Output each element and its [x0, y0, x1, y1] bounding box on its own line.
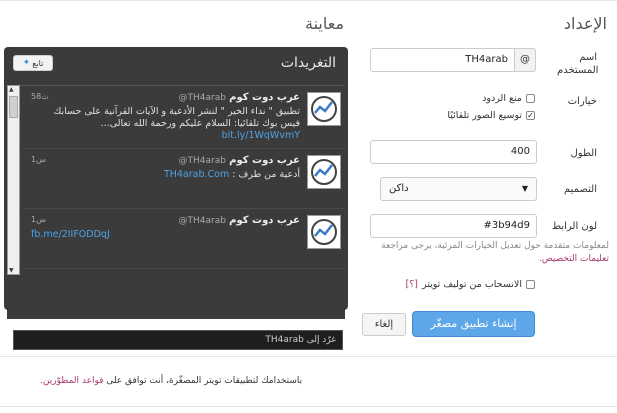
tweet-item[interactable]: @TH4arab عرب دوت كوم 1س أدعية من طرف : T… [23, 149, 345, 209]
tweet-text: تطبيق " نداء الخير " لنشر الأدعية و الآي… [32, 106, 300, 142]
tweet-time[interactable]: 58ث [31, 92, 49, 101]
follow-button-label: تابع [32, 58, 44, 68]
tweet-handle: @TH4arab [178, 93, 226, 103]
create-widget-button[interactable]: إنشاء تطبيق مصغّر [412, 311, 535, 337]
no-replies-label: منع الردود [482, 93, 522, 104]
tweet-name: عرب دوت كوم [229, 92, 300, 103]
top-divider [0, 0, 617, 1]
tweet-timeline[interactable]: @TH4arab عرب دوت كوم 58ث تطبيق " نداء ال… [7, 85, 345, 319]
avatar-logo-icon [311, 96, 337, 122]
tweet-handle: @TH4arab [178, 156, 226, 166]
timeline-scrollbar[interactable]: ▲ ▼ [7, 85, 20, 275]
cancel-button[interactable]: إلغاء [362, 313, 406, 336]
twitter-bird-icon: ✦ [22, 58, 31, 68]
username-input[interactable]: TH4arab [370, 48, 515, 72]
follow-button[interactable]: ✦ تابع [13, 55, 53, 71]
tweet-link[interactable]: fb.me/2IIFODDqJ [31, 229, 110, 240]
opt-out-help-link[interactable]: [؟] [406, 279, 418, 290]
tweet-link[interactable]: TH4arab.Com [164, 169, 229, 180]
opt-out-label: الانسحاب من توليف تويتر [422, 279, 522, 290]
avatar-logo-icon [311, 159, 337, 185]
at-prefix: @ [514, 48, 536, 72]
avatar-logo-icon [311, 219, 337, 245]
tweet-item[interactable]: @TH4arab عرب دوت كوم 58ث تطبيق " نداء ال… [23, 86, 345, 149]
no-replies-option[interactable]: منع الردود [482, 93, 535, 104]
customization-docs-link[interactable]: تعليمات التخصيص. [539, 254, 609, 264]
tweet-name: عرب دوت كوم [229, 215, 300, 226]
tweet-name: عرب دوت كوم [229, 155, 300, 166]
widget-title: التغريدات [280, 55, 336, 71]
username-label: اسم المستخدم [557, 52, 599, 76]
developer-rules-link[interactable]: قواعد المطوّرين. [40, 376, 103, 386]
scroll-down-icon[interactable]: ▼ [9, 267, 14, 274]
height-label: الطول [570, 148, 597, 159]
tweet-text: أدعية من طرف : TH4arab.Com [32, 169, 300, 181]
tweet-compose-box[interactable]: غرّد إلى TH4arab [13, 330, 343, 350]
tweet-author[interactable]: @TH4arab عرب دوت كوم [179, 215, 301, 226]
timeline-widget-preview: التغريدات ✦ تابع @TH4arab عرب دوت كوم 58… [4, 47, 348, 350]
tweet-item[interactable]: @TH4arab عرب دوت كوم 1س fb.me/2IIFODDqJ [23, 209, 345, 269]
terms-notice: باستخدامك لتطبيقات تويتر المصغّرة، أنت ت… [40, 376, 302, 386]
help-text: لمعلومات متقدمة حول تعديل الخيارات المرئ… [381, 241, 609, 251]
avatar[interactable] [307, 92, 341, 126]
footer-divider [0, 356, 617, 357]
theme-select[interactable]: ▼ داكن [380, 177, 537, 201]
chevron-down-icon: ▼ [521, 184, 528, 193]
avatar[interactable] [307, 155, 341, 189]
tweet-body: تطبيق " نداء الخير " لنشر الأدعية و الآي… [53, 106, 300, 129]
tweet-link[interactable]: bit.ly/1WqWvmY [222, 130, 300, 141]
opt-out-checkbox[interactable] [526, 280, 535, 289]
options-label: خيارات [567, 96, 597, 107]
theme-select-value: داكن [389, 183, 409, 194]
height-input[interactable]: 400 [370, 140, 537, 164]
expand-photos-option[interactable]: ✓ توسيع الصور تلقائيًا [447, 110, 535, 121]
opt-out-option[interactable]: الانسحاب من توليف تويتر [؟] [406, 279, 535, 290]
scrollbar-thumb[interactable] [9, 96, 18, 118]
avatar[interactable] [307, 215, 341, 249]
expand-photos-label: توسيع الصور تلقائيًا [447, 110, 522, 121]
scroll-up-icon[interactable]: ▲ [9, 86, 14, 93]
tweet-handle: @TH4arab [178, 216, 226, 226]
link-color-label: لون الرابط [551, 221, 597, 232]
expand-photos-checkbox[interactable]: ✓ [526, 111, 535, 120]
tweet-body: أدعية من طرف : [232, 169, 300, 180]
tweet-author[interactable]: @TH4arab عرب دوت كوم [179, 155, 301, 166]
no-replies-checkbox[interactable] [526, 94, 535, 103]
customization-help: لمعلومات متقدمة حول تعديل الخيارات المرئ… [369, 240, 609, 266]
tweet-time[interactable]: 1س [31, 155, 46, 164]
preview-heading: معاينة [305, 14, 345, 33]
tweet-author[interactable]: @TH4arab عرب دوت كوم [179, 92, 301, 103]
theme-label: التصميم [564, 184, 597, 195]
bottom-divider [0, 406, 617, 407]
link-color-input[interactable]: #3b94d9 [370, 214, 537, 238]
tweet-time[interactable]: 1س [31, 215, 46, 224]
settings-heading: الإعداد [563, 14, 607, 33]
tweet-text: fb.me/2IIFODDqJ [31, 229, 271, 241]
terms-text: باستخدامك لتطبيقات تويتر المصغّرة، أنت ت… [106, 376, 303, 386]
